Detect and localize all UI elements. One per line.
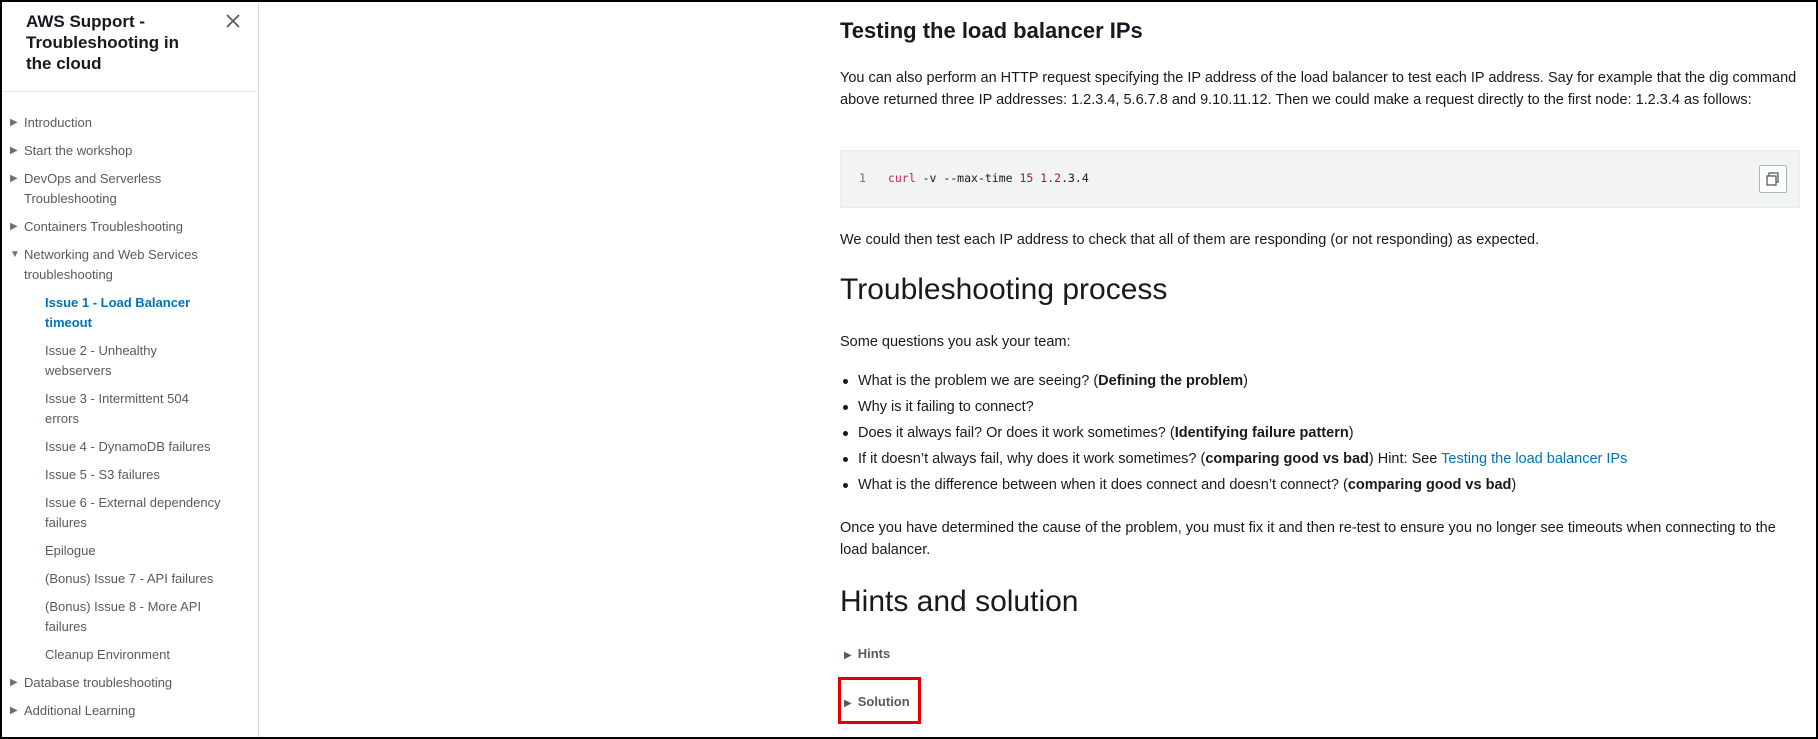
list-item: Why is it failing to connect? [840, 396, 1034, 418]
code-line[interactable]: 1 curl -v --max-time 15 1.2.3.4 [859, 171, 1089, 185]
caret-right-icon: ▶ [844, 650, 852, 661]
caret-right-icon: ▶ [10, 117, 18, 128]
sidebar-item-issue-4[interactable]: Issue 4 - DynamoDB failures [45, 437, 210, 457]
troubleshooting-heading: Troubleshooting process [840, 273, 1168, 306]
sidebar-item-issue-1[interactable]: Issue 1 - Load Balancer timeout [45, 293, 215, 333]
sidebar-item-containers[interactable]: ▶ Containers Troubleshooting [10, 217, 183, 237]
sidebar-item-label: Additional Learning [24, 703, 136, 718]
sidebar: AWS Support - Troubleshooting in the clo… [2, 2, 259, 737]
sidebar-item-label: Networking and Web Services troubleshoot… [24, 247, 198, 282]
code-command: curl [887, 171, 916, 185]
sidebar-item-issue-6[interactable]: Issue 6 - External dependency failures [45, 493, 235, 533]
sidebar-item-bonus-8[interactable]: (Bonus) Issue 8 - More API failures [45, 597, 220, 637]
sidebar-item-label: Introduction [24, 115, 92, 130]
sidebar-item-introduction[interactable]: ▶ Introduction [10, 113, 92, 133]
sidebar-item-label: Database troubleshooting [24, 675, 173, 690]
sidebar-header: AWS Support - Troubleshooting in the clo… [2, 2, 258, 92]
caret-down-icon: ▼ [10, 249, 20, 260]
testing-ips-link[interactable]: Testing the load balancer IPs [1441, 451, 1627, 467]
hints-expander[interactable]: ▶ Hints [844, 646, 890, 661]
troubleshooting-intro: Some questions you ask your team: [840, 334, 1071, 350]
sidebar-item-issue-2[interactable]: Issue 2 - Unhealthy webservers [45, 341, 175, 381]
code-ip-rest: .3.4 [1061, 171, 1089, 185]
sidebar-item-networking[interactable]: ▼ Networking and Web Services troublesho… [10, 245, 214, 285]
intro-paragraph: You can also perform an HTTP request spe… [840, 70, 1797, 108]
sidebar-item-epilogue[interactable]: Epilogue [45, 541, 96, 561]
list-item: If it doesn’t always fail, why does it w… [840, 448, 1627, 470]
code-ip-part: 1.2 [1033, 171, 1062, 185]
code-number: 15 [1019, 171, 1034, 185]
line-number: 1 [859, 171, 866, 185]
sidebar-item-cleanup[interactable]: Cleanup Environment [45, 645, 170, 665]
list-item: What is the problem we are seeing? (Defi… [840, 370, 1248, 392]
sidebar-item-devops[interactable]: ▶ DevOps and Serverless Troubleshooting [10, 169, 184, 209]
list-item: Does it always fail? Or does it work som… [840, 422, 1354, 444]
list-item: What is the difference between when it d… [840, 474, 1516, 496]
sidebar-item-database[interactable]: ▶ Database troubleshooting [10, 673, 173, 693]
close-icon[interactable] [222, 10, 244, 32]
code-block: 1 curl -v --max-time 15 1.2.3.4 [840, 150, 1800, 208]
caret-right-icon: ▶ [10, 677, 18, 688]
copy-icon [1766, 172, 1779, 186]
after-code-paragraph: We could then test each IP address to ch… [840, 232, 1540, 248]
closing-paragraph: Once you have determined the cause of th… [840, 520, 1776, 558]
sidebar-item-label: Start the workshop [24, 143, 133, 158]
sidebar-title: AWS Support - Troubleshooting in the clo… [26, 12, 179, 73]
caret-right-icon: ▶ [10, 221, 18, 232]
caret-right-icon: ▶ [10, 173, 18, 184]
caret-right-icon: ▶ [10, 705, 18, 716]
hints-heading: Hints and solution [840, 585, 1079, 618]
hints-label: Hints [857, 646, 891, 661]
caret-right-icon: ▶ [10, 145, 18, 156]
sidebar-item-additional-learning[interactable]: ▶ Additional Learning [10, 701, 136, 721]
sidebar-item-label: Containers Troubleshooting [24, 219, 183, 234]
copy-button[interactable] [1759, 165, 1787, 193]
sidebar-item-start-workshop[interactable]: ▶ Start the workshop [10, 141, 133, 161]
solution-highlight-box [838, 677, 921, 724]
sidebar-item-bonus-7[interactable]: (Bonus) Issue 7 - API failures [45, 569, 213, 589]
code-args: -v --max-time [915, 171, 1020, 185]
section-title: Testing the load balancer IPs [840, 18, 1143, 43]
sidebar-item-issue-5[interactable]: Issue 5 - S3 failures [45, 465, 160, 485]
sidebar-item-label: DevOps and Serverless Troubleshooting [24, 171, 162, 206]
sidebar-item-issue-3[interactable]: Issue 3 - Intermittent 504 errors [45, 389, 215, 429]
